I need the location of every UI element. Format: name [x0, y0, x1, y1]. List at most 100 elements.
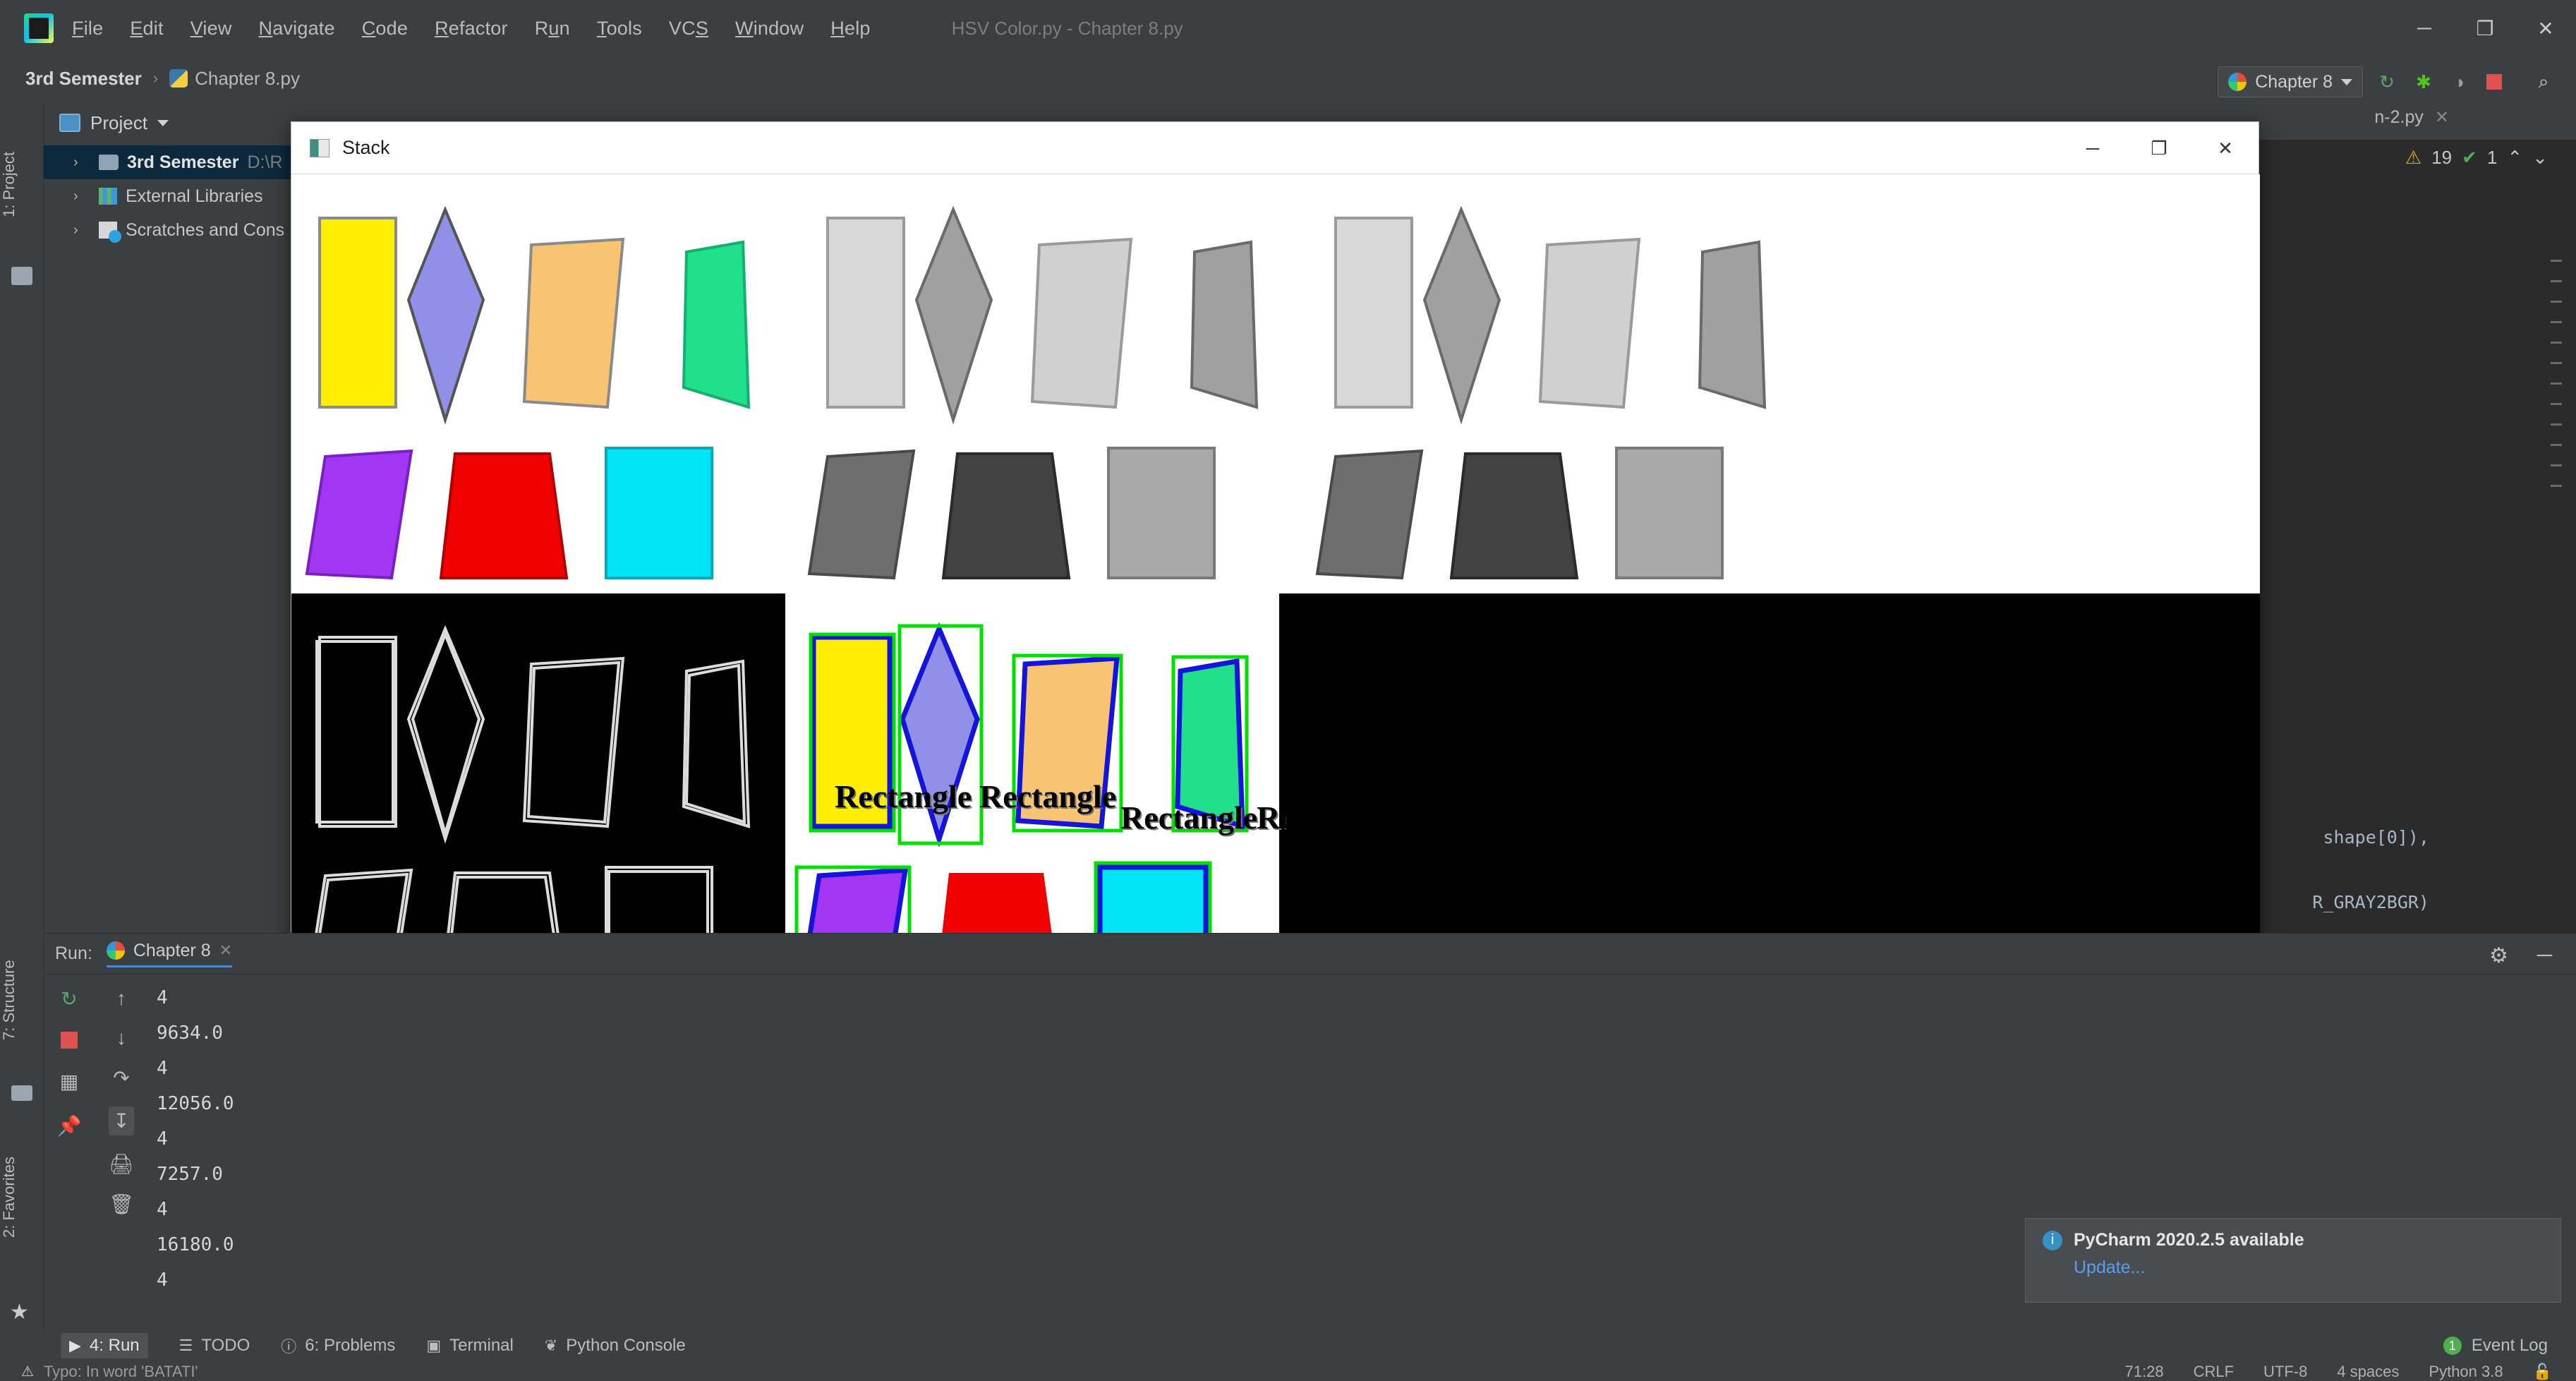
- tree-node-3rd-semester[interactable]: › 3rd Semester D:\R: [44, 145, 305, 179]
- bottom-tab-run[interactable]: ▶ 4: Run: [61, 1333, 148, 1358]
- menu-item-help[interactable]: Help: [830, 18, 870, 40]
- caret-position[interactable]: 71:28: [2125, 1363, 2164, 1381]
- bottom-tab-label: Python Console: [566, 1336, 686, 1355]
- bottom-tab-label: Terminal: [449, 1336, 514, 1355]
- tree-node-path: D:\R: [247, 152, 283, 172]
- menu-item-refactor[interactable]: Refactor: [435, 18, 508, 40]
- editor-tab-label: n-2.py: [2374, 107, 2424, 127]
- row2-gray-shapes-right: [1315, 447, 1724, 580]
- menu-item-navigate[interactable]: Navigate: [259, 18, 335, 40]
- main-menu: File Edit View Navigate Code Refactor Ru…: [72, 18, 871, 40]
- scroll-up-icon[interactable]: ↑: [116, 987, 126, 1010]
- scroll-to-end-icon[interactable]: ↧: [109, 1106, 134, 1135]
- close-icon[interactable]: ✕: [219, 941, 232, 960]
- coverage-button[interactable]: ◑: [2445, 69, 2473, 95]
- lock-icon[interactable]: 🔓: [2533, 1363, 2552, 1381]
- inspection-widget[interactable]: ⚠ 19 ✔ 1 ⌃ ⌄: [2405, 147, 2548, 169]
- tree-node-external-libraries[interactable]: › External Libraries: [44, 179, 305, 213]
- stop-icon[interactable]: [61, 1032, 78, 1049]
- tree-node-scratches[interactable]: › Scratches and Cons: [44, 213, 305, 247]
- debug-button[interactable]: ✱: [2409, 69, 2438, 95]
- bottom-tab-python-console[interactable]: ❦ Python Console: [545, 1336, 686, 1356]
- maximize-icon[interactable]: ❐: [2126, 122, 2192, 174]
- chevron-right-icon[interactable]: ›: [73, 222, 78, 239]
- breadcrumb-file[interactable]: Chapter 8.py: [195, 68, 300, 90]
- close-icon[interactable]: ✕: [2435, 107, 2449, 128]
- stop-button[interactable]: [2480, 69, 2508, 95]
- run-button[interactable]: ↻: [2373, 69, 2401, 95]
- print-icon[interactable]: 🖨: [109, 1152, 134, 1176]
- sidebar-tab-favorites[interactable]: 2: Favorites: [0, 1116, 44, 1279]
- python-console-icon: ❦: [544, 1337, 558, 1354]
- gear-icon[interactable]: ⚙: [2489, 943, 2508, 968]
- python-interpreter[interactable]: Python 3.8: [2429, 1363, 2503, 1381]
- trash-icon[interactable]: 🗑: [109, 1193, 134, 1216]
- python-file-icon: [169, 69, 188, 88]
- minimize-icon[interactable]: ─: [2060, 122, 2126, 174]
- stack-window-controls: ─ ❐ ✕: [2060, 122, 2258, 174]
- close-icon[interactable]: ✕: [2515, 0, 2576, 56]
- star-icon: ★: [10, 1301, 29, 1324]
- chevron-down-icon[interactable]: [157, 119, 169, 126]
- layout-icon[interactable]: ▦: [60, 1070, 78, 1093]
- bottom-tab-problems[interactable]: ⓘ 6: Problems: [281, 1334, 395, 1357]
- sidebar-tab-project[interactable]: 1: Project: [0, 114, 44, 255]
- chevron-right-icon[interactable]: ›: [73, 188, 78, 205]
- notification-title: PyCharm 2020.2.5 available: [2074, 1230, 2304, 1250]
- notification-balloon[interactable]: i PyCharm 2020.2.5 available Update...: [2025, 1218, 2561, 1303]
- pin-icon[interactable]: 📌: [57, 1114, 82, 1138]
- app-title-bar: File Edit View Navigate Code Refactor Ru…: [0, 0, 2576, 56]
- menu-item-tools[interactable]: Tools: [597, 18, 642, 40]
- bottom-tab-todo[interactable]: ☰ TODO: [179, 1336, 250, 1356]
- status-message: Typo: In word 'BATATI': [43, 1362, 198, 1380]
- notification-update-link[interactable]: Update...: [2074, 1258, 2544, 1278]
- file-encoding[interactable]: UTF-8: [2263, 1363, 2307, 1381]
- bottom-tab-label: 4: Run: [89, 1336, 140, 1355]
- chevron-right-icon[interactable]: ›: [73, 155, 78, 171]
- menu-item-code[interactable]: Code: [362, 18, 408, 40]
- run-window-header: Run: Chapter 8 ✕ ⚙ ─: [44, 934, 2576, 975]
- menu-item-edit[interactable]: Edit: [130, 18, 163, 40]
- shape-label-1: Rectangle: [835, 778, 972, 814]
- menu-item-vcs[interactable]: VCS: [669, 18, 708, 40]
- run-tab-chapter-8[interactable]: Chapter 8 ✕: [106, 941, 233, 967]
- run-left-toolbar: ↻ ▦ 📌: [44, 975, 95, 1329]
- structure-icon: [11, 1085, 32, 1101]
- maximize-icon[interactable]: ❐: [2455, 0, 2515, 56]
- image-window-icon: [310, 138, 329, 157]
- close-icon[interactable]: ✕: [2192, 122, 2258, 174]
- scroll-down-icon[interactable]: ↓: [116, 1027, 126, 1049]
- line-separator[interactable]: CRLF: [2194, 1363, 2234, 1381]
- notification-header: i PyCharm 2020.2.5 available: [2043, 1230, 2544, 1250]
- menu-item-window[interactable]: Window: [735, 18, 804, 40]
- menu-item-run[interactable]: Run: [535, 18, 570, 40]
- editor-tab[interactable]: n-2.py ✕: [2374, 107, 2449, 128]
- minimize-icon[interactable]: ─: [2394, 0, 2455, 56]
- breadcrumb-project[interactable]: 3rd Semester: [25, 68, 142, 90]
- warning-count: 19: [2431, 147, 2453, 168]
- soft-wrap-icon[interactable]: ↷: [113, 1066, 129, 1090]
- minimize-icon[interactable]: ─: [2537, 943, 2552, 967]
- tree-node-label: External Libraries: [126, 186, 263, 206]
- indent-setting[interactable]: 4 spaces: [2337, 1363, 2399, 1381]
- run-configuration-selector[interactable]: Chapter 8: [2218, 66, 2363, 97]
- chevron-up-icon[interactable]: ⌃: [2507, 147, 2522, 169]
- shape-label-2: Rectangle: [979, 778, 1117, 814]
- chevron-down-icon[interactable]: ⌄: [2532, 147, 2548, 169]
- run-config-label: Chapter 8: [2255, 71, 2333, 92]
- search-everywhere-button[interactable]: ⌕: [2529, 69, 2558, 95]
- run-icon: ▶: [69, 1337, 81, 1354]
- stack-window-title-bar: Stack ─ ❐ ✕: [291, 122, 2258, 174]
- warning-icon: ⚠: [2405, 147, 2422, 168]
- project-tool-window: Project › 3rd Semester D:\R › External L…: [44, 100, 305, 933]
- sidebar-tab-structure[interactable]: 7: Structure: [0, 919, 44, 1081]
- menu-item-view[interactable]: View: [191, 18, 232, 40]
- project-icon: [59, 114, 80, 132]
- event-log-button[interactable]: 1 Event Log: [2443, 1329, 2548, 1362]
- menu-item-file[interactable]: File: [72, 18, 103, 40]
- rerun-icon[interactable]: ↻: [61, 987, 77, 1011]
- shape-label-4: Rectangle: [1257, 800, 1286, 836]
- navigation-bar: 3rd Semester › Chapter 8.py Chapter 8 ↻ …: [0, 56, 2576, 100]
- bottom-tab-label: TODO: [201, 1336, 250, 1355]
- bottom-tab-terminal[interactable]: ▣ Terminal: [426, 1336, 514, 1356]
